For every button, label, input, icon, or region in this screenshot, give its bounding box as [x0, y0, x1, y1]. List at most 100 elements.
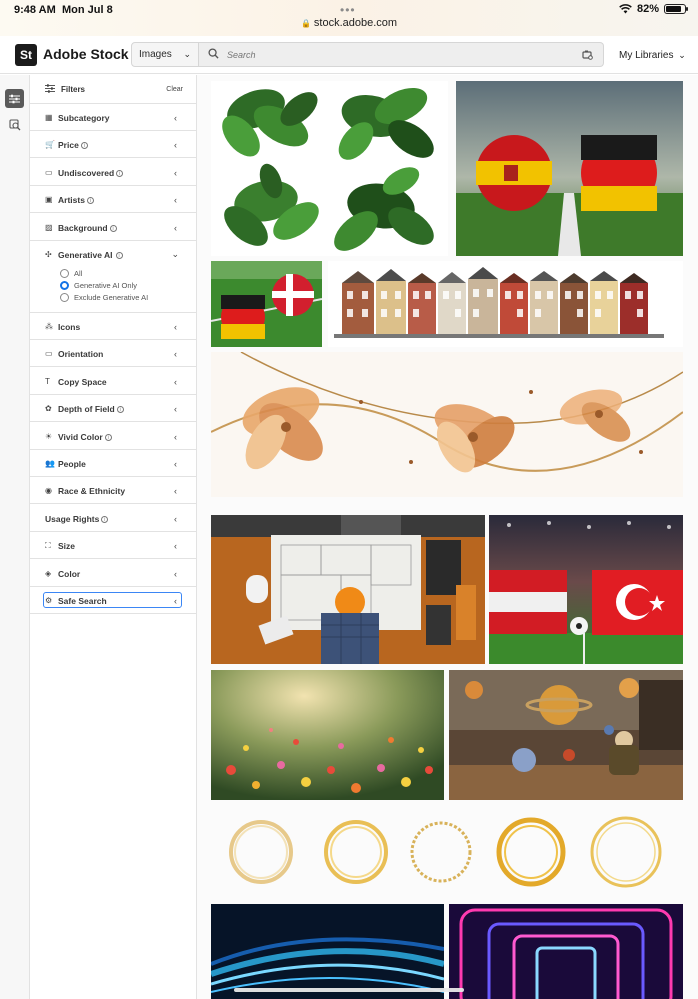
radio-button[interactable]: [60, 269, 69, 278]
vivid-color-icon: ☀: [45, 431, 53, 441]
result-golden-rings[interactable]: [211, 806, 683, 898]
filter-depth-of-field[interactable]: ✿ Depth of Field i ‹: [30, 395, 197, 423]
filter-label: Subcategory: [58, 113, 110, 123]
size-icon: ⛶: [45, 541, 51, 551]
search-input[interactable]: [227, 47, 567, 63]
background-icon: ▨: [45, 222, 53, 232]
info-icon[interactable]: i: [116, 169, 124, 177]
filter-label: People: [58, 459, 86, 469]
icons-icon: ⁂: [45, 322, 53, 331]
filters-toggle-button[interactable]: [5, 89, 24, 108]
filter-label: Orientation: [58, 349, 104, 360]
result-wildflower-meadow[interactable]: [211, 670, 444, 800]
visual-search-icon[interactable]: [582, 49, 593, 60]
chevron-down-icon: ⌄: [678, 50, 686, 60]
chevron-down-icon[interactable]: ⌄: [171, 249, 179, 260]
result-tropical-leaves[interactable]: [211, 81, 448, 256]
my-libraries-button[interactable]: My Libraries ⌄: [619, 50, 686, 61]
chevron-left-icon: ‹: [174, 568, 177, 579]
chevron-left-icon: ‹: [174, 541, 177, 552]
filter-undiscovered[interactable]: ▭ Undiscovered i ‹: [30, 159, 197, 186]
info-icon[interactable]: i: [115, 252, 123, 259]
results-grid: [197, 75, 698, 999]
subcategory-icon: ▦: [45, 113, 53, 122]
address-bar[interactable]: 🔒 stock.adobe.com: [0, 17, 698, 29]
result-flower-banner[interactable]: [211, 352, 683, 497]
radio-button[interactable]: [60, 293, 69, 302]
result-architect-blueprint[interactable]: [211, 515, 485, 664]
filter-label: Artists i: [58, 195, 94, 205]
chevron-left-icon: ‹: [174, 349, 177, 360]
logo-text[interactable]: Adobe Stock: [43, 46, 129, 62]
info-icon[interactable]: i: [116, 406, 124, 414]
status-indicators: 82%: [619, 3, 688, 15]
info-icon[interactable]: i: [86, 197, 94, 205]
info-icon[interactable]: i: [80, 142, 88, 150]
search-bar[interactable]: [199, 42, 604, 67]
result-germany-denmark-balls[interactable]: [211, 261, 322, 347]
home-indicator[interactable]: [234, 988, 464, 992]
visual-search-icon: [8, 118, 20, 130]
generative-ai-option[interactable]: Generative AI Only: [60, 280, 137, 291]
chevron-left-icon: ‹: [174, 376, 177, 387]
copy-space-icon: T: [45, 376, 50, 386]
filter-people[interactable]: 👥 People ‹: [30, 450, 197, 477]
result-austria-turkey-flags[interactable]: [489, 515, 683, 664]
filter-orientation[interactable]: ▭ Orientation ‹: [30, 340, 197, 368]
chevron-left-icon: ‹: [174, 322, 177, 332]
chevron-left-icon: ‹: [174, 222, 177, 233]
generative-ai-option[interactable]: Exclude Generative AI: [60, 292, 148, 303]
filter-label: Size: [58, 541, 76, 552]
clear-filters-button[interactable]: Clear: [166, 86, 183, 93]
left-rail: [0, 75, 30, 999]
info-icon[interactable]: i: [101, 515, 109, 523]
battery-icon: [664, 4, 688, 14]
filter-usage-rights[interactable]: Usage Rights i ‹: [30, 505, 197, 532]
option-label: Exclude Generative AI: [74, 293, 149, 302]
filter-label: Color: [58, 568, 81, 579]
filter-sliders-icon: [45, 84, 55, 93]
filter-artists[interactable]: ▣ Artists i ‹: [30, 186, 197, 214]
result-blue-light-trails[interactable]: [211, 904, 444, 999]
status-date: Mon Jul 8: [62, 4, 113, 16]
option-label: All: [74, 269, 83, 278]
visual-search-button[interactable]: [5, 115, 24, 134]
filter-background[interactable]: ▨ Background i ‹: [30, 214, 197, 241]
filter-label: Depth of Field i: [58, 404, 124, 414]
multitasking-dots-icon[interactable]: •••: [340, 3, 356, 17]
info-icon[interactable]: i: [104, 433, 112, 441]
chevron-left-icon: ‹: [174, 140, 177, 151]
adobe-stock-logo[interactable]: St: [15, 44, 37, 66]
content-type-value: Images: [139, 49, 172, 60]
filter-race-ethnicity[interactable]: ◉ Race & Ethnicity ‹: [30, 477, 197, 505]
filter-safe-search[interactable]: ⚙ Safe Search ‹: [30, 587, 197, 614]
filter-generative-ai: ✣ Generative AI i ⌄ All Generative AI Only Exc…: [30, 241, 197, 313]
filter-label: Copy Space: [58, 376, 107, 387]
chevron-left-icon: ‹: [174, 431, 177, 442]
generative-ai-icon: ✣: [45, 250, 52, 259]
filter-size[interactable]: ⛶ Size ‹: [30, 532, 197, 560]
result-spain-germany-soccer-balls[interactable]: [456, 81, 683, 256]
url-text: stock.adobe.com: [313, 17, 398, 29]
filter-copy-space[interactable]: T Copy Space ‹: [30, 368, 197, 395]
info-icon[interactable]: i: [109, 224, 117, 232]
result-row-of-houses[interactable]: [328, 261, 683, 347]
filter-label: Undiscovered i: [58, 168, 124, 178]
chevron-left-icon: ‹: [174, 113, 177, 123]
filter-price[interactable]: 🛒 Price i ‹: [30, 131, 197, 159]
filter-subcategory[interactable]: ▦ Subcategory ‹: [30, 104, 197, 131]
result-child-planets-classroom[interactable]: [449, 670, 683, 800]
filter-vivid-color[interactable]: ☀ Vivid Color i ‹: [30, 423, 197, 450]
generative-ai-option[interactable]: All: [60, 268, 82, 279]
filters-title: Filters: [61, 85, 86, 94]
filter-icons[interactable]: ⁂ Icons ‹: [30, 313, 197, 340]
filter-color[interactable]: ◈ Color ‹: [30, 560, 197, 587]
content-type-select[interactable]: Images ⌄: [131, 42, 199, 67]
radio-button[interactable]: [60, 281, 69, 290]
chevron-left-icon: ‹: [174, 459, 177, 469]
result-neon-tunnel[interactable]: [449, 904, 683, 999]
filter-label[interactable]: Generative AI i: [58, 250, 123, 260]
filter-label: Vivid Color i: [58, 432, 112, 442]
lock-icon: 🔒: [300, 19, 311, 28]
chevron-left-icon: ‹: [174, 195, 177, 206]
